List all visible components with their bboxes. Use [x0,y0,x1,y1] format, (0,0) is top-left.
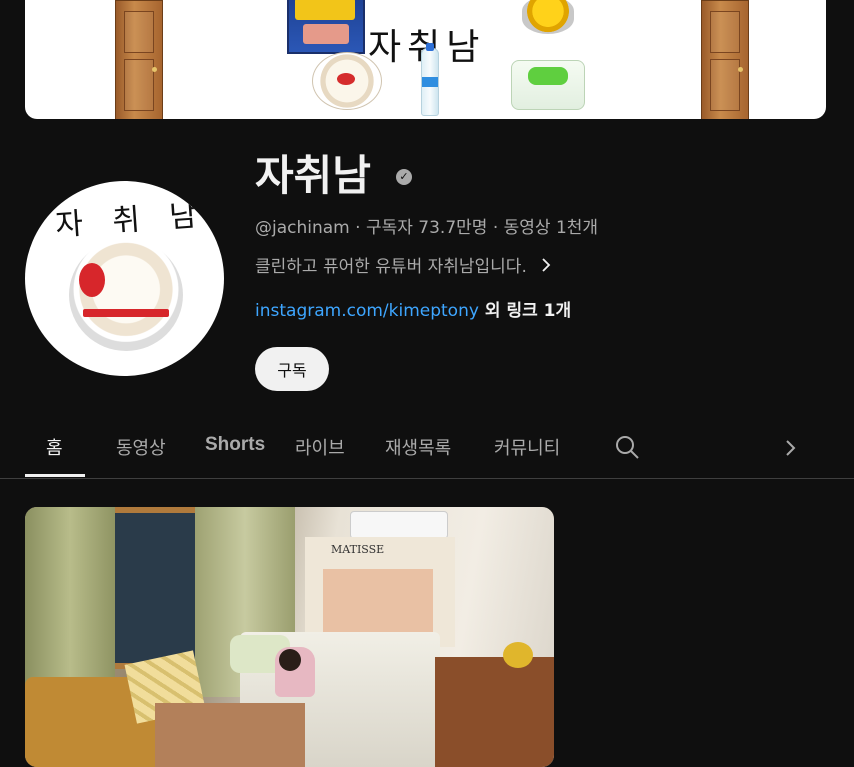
chevron-right-icon[interactable] [778,436,802,460]
channel-description[interactable]: 클린하고 퓨어한 유튜버 자취남입니다. [255,252,553,277]
active-tab-indicator [25,474,85,477]
instagram-link[interactable]: instagram.com/kimeptony [255,301,479,321]
door-image [701,0,749,119]
tab-home[interactable]: 홈 [46,434,63,460]
chevron-right-icon[interactable] [539,253,553,277]
rice-bowl-image [69,239,183,351]
tab-playlists[interactable]: 재생목록 [385,434,451,460]
door-image [115,0,163,119]
subscriber-count: 구독자 73.7만명 [365,218,488,238]
tab-videos[interactable]: 동영상 [116,434,166,460]
spam-can-image [287,0,365,54]
tab-shorts[interactable]: Shorts [205,434,265,456]
meta-separator: · [349,218,366,238]
channel-meta: @jachinam · 구독자 73.7만명 · 동영상 1천개 [255,213,598,238]
channel-name: 자취남 [255,151,371,200]
thumbnail-poster-text: MATISSE [331,543,385,556]
video-count: 동영상 1천개 [503,218,599,238]
more-links[interactable]: 외 링크 1개 [485,301,571,321]
description-text: 클린하고 퓨어한 유튜버 자취남입니다. [255,257,527,277]
meta-separator: · [487,218,504,238]
search-icon[interactable] [614,434,640,460]
rice-bowl-image [312,52,382,110]
verified-badge-icon: ✓ [396,169,412,185]
subscribe-button[interactable]: 구독 [255,347,329,391]
channel-banner: 자취남 [25,0,826,119]
tab-community[interactable]: 커뮤니티 [494,434,560,460]
channel-tabs: 홈 동영상 Shorts 라이브 재생목록 커뮤니티 [0,420,854,479]
tuna-can-image [522,0,574,34]
water-bottle-image [421,43,439,116]
channel-avatar[interactable]: 자 취 남 [25,181,224,376]
featured-video-thumbnail[interactable]: MATISSE [25,507,554,767]
channel-handle: @jachinam [255,218,350,238]
tab-live[interactable]: 라이브 [295,434,345,460]
avatar-text: 자 취 남 [54,197,209,244]
wet-wipes-image [511,60,585,110]
channel-links: instagram.com/kimeptony 외 링크 1개 [255,296,571,321]
